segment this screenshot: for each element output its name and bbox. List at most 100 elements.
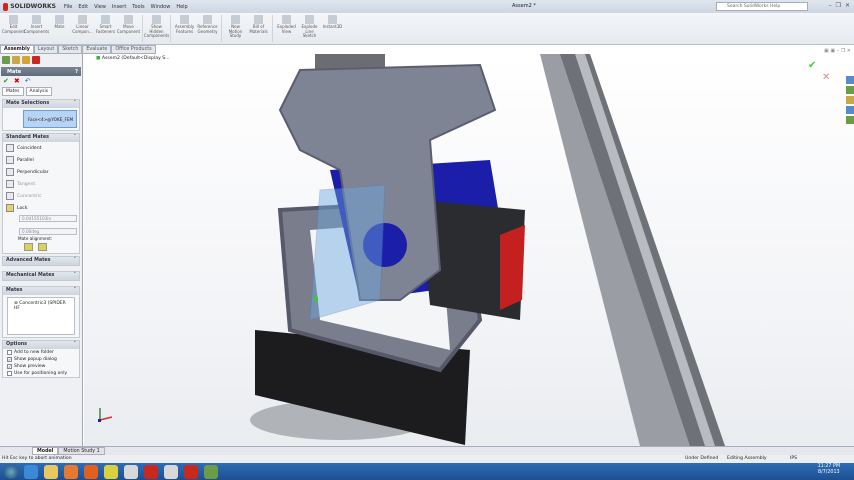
angle-input[interactable]: 0.00deg	[19, 228, 77, 235]
group-header[interactable]: Mate Selections	[6, 101, 49, 107]
mates-list[interactable]: ⊚ Concentric3 (SPIDER HF	[7, 297, 75, 335]
help-icon[interactable]: ?	[75, 69, 78, 75]
config-icon[interactable]	[22, 56, 30, 64]
aligned-icon[interactable]	[24, 243, 33, 251]
display-icon[interactable]	[32, 56, 40, 64]
checkbox[interactable]: ✓	[7, 357, 12, 362]
undo-icon[interactable]: ↶	[25, 78, 31, 85]
tab-office-products[interactable]: Office Products	[111, 45, 156, 54]
menu-insert[interactable]: Insert	[112, 4, 126, 10]
option-show-preview[interactable]: ✓ Show preview	[3, 363, 79, 370]
menu-tools[interactable]: Tools	[132, 4, 144, 10]
status-bar: Hit Esc key to abort animation Under Def…	[0, 455, 854, 463]
option-show-popup[interactable]: ✓ Show popup dialog	[3, 356, 79, 363]
show-hidden-icon	[152, 15, 161, 24]
close-icon[interactable]: ✕	[845, 2, 850, 9]
assembly-model[interactable]	[84, 54, 854, 446]
option-add-to-folder[interactable]: Add to new folder	[3, 349, 79, 356]
tab-evaluate[interactable]: Evaluate	[82, 45, 112, 54]
explorer-icon[interactable]	[44, 464, 58, 479]
cmd-mate[interactable]: Mate	[48, 13, 71, 44]
distance-input[interactable]: 0.04155103in	[19, 215, 77, 222]
tab-model[interactable]: Model	[32, 447, 59, 455]
graphics-area[interactable]: ▣ ▣ – ❐ ✕ ✔ ✕	[84, 48, 854, 446]
cmd-show-hidden[interactable]: Show Hidden Components	[144, 13, 169, 44]
subtab-mates[interactable]: Mates	[2, 87, 24, 96]
ie-icon[interactable]	[24, 464, 38, 479]
taskbar-app-icon[interactable]	[164, 464, 178, 479]
units-selector[interactable]: IPS	[790, 456, 797, 461]
viewport-window-controls[interactable]: ▣ ▣ – ❐ ✕	[824, 48, 851, 54]
cmd-exploded-view[interactable]: Exploded View	[275, 13, 298, 44]
cmd-instant3d[interactable]: Instant3D	[321, 13, 344, 44]
restore-icon[interactable]: ❐	[836, 2, 841, 9]
subtab-analysis[interactable]: Analysis	[25, 87, 53, 96]
cmd-edit-component[interactable]: Edit Component	[2, 13, 25, 44]
cancel-icon[interactable]: ✖	[14, 78, 20, 85]
motion-study-icon	[231, 15, 240, 24]
confirm-ok-icon[interactable]: ✔	[808, 60, 816, 71]
group-header[interactable]: Options	[6, 342, 27, 348]
checkbox[interactable]: ✓	[7, 364, 12, 369]
list-item[interactable]: Concentric3 (SPIDER HF	[14, 301, 66, 311]
task-pane-icon[interactable]	[846, 86, 854, 94]
mate-coincident[interactable]: Coincident	[3, 142, 79, 154]
task-pane-icon[interactable]	[846, 76, 854, 84]
tab-sketch[interactable]: Sketch	[58, 45, 83, 54]
cmd-linear-pattern[interactable]: Linear Compon...	[71, 13, 94, 44]
task-pane-icon[interactable]	[846, 116, 854, 124]
solidworks-taskbar-icon[interactable]	[184, 464, 198, 479]
taskbar-app-icon[interactable]	[124, 464, 138, 479]
ok-icon[interactable]: ✔	[3, 78, 9, 85]
feature-tree-icon[interactable]	[2, 56, 10, 64]
checkbox[interactable]	[7, 371, 12, 376]
cmd-explode-line-sketch[interactable]: Explode Line Sketch	[298, 13, 321, 44]
group-header[interactable]: Standard Mates	[6, 135, 49, 141]
task-pane-icon[interactable]	[846, 106, 854, 114]
group-header: Mechanical Mates	[6, 273, 55, 278]
tab-motion-study[interactable]: Motion Study 1	[58, 447, 105, 455]
tab-assembly[interactable]: Assembly	[0, 45, 34, 54]
menu-file[interactable]: File	[64, 4, 72, 10]
help-search-input[interactable]: Search SolidWorks Help	[716, 2, 808, 11]
cmd-reference-geometry[interactable]: Reference Geometry	[196, 13, 219, 44]
mechanical-mates-group[interactable]: Mechanical Mates ˅	[3, 272, 79, 280]
confirm-cancel-icon[interactable]: ✕	[822, 72, 830, 83]
solidworks-logo[interactable]: SOLIDWORKS	[0, 0, 56, 13]
minimize-icon[interactable]: –	[829, 2, 832, 9]
start-button-icon[interactable]	[4, 464, 18, 479]
menu-help[interactable]: Help	[176, 4, 187, 10]
firefox-icon[interactable]	[84, 464, 98, 479]
cmd-new-motion-study[interactable]: New Motion Study	[224, 13, 247, 44]
group-header[interactable]: Mates	[6, 288, 22, 294]
task-pane-icon[interactable]	[846, 96, 854, 104]
anti-aligned-icon[interactable]	[38, 243, 47, 251]
menu-view[interactable]: View	[94, 4, 106, 10]
command-manager: Edit Component Insert Components Mate Li…	[0, 13, 854, 45]
feature-tree-root[interactable]: ■ Assem2 (Default<Display S...	[96, 56, 170, 61]
advanced-mates-group[interactable]: Advanced Mates ˅	[3, 257, 79, 265]
cmd-assembly-features[interactable]: Assembly Features	[173, 13, 196, 44]
cmd-smart-fasteners[interactable]: Smart Fasteners	[94, 13, 117, 44]
system-clock[interactable]: 11:27 PM 8/7/2013	[818, 464, 840, 476]
option-positioning-only[interactable]: Use for positioning only	[3, 370, 79, 377]
property-icon[interactable]	[12, 56, 20, 64]
option-label: Use for positioning only	[14, 371, 68, 376]
chrome-icon[interactable]	[104, 464, 118, 479]
tab-layout[interactable]: Layout	[33, 45, 59, 54]
media-player-icon[interactable]	[64, 464, 78, 479]
cmd-bill-of-materials[interactable]: Bill of Materials	[247, 13, 270, 44]
mate-parallel[interactable]: Parallel	[3, 154, 79, 166]
solidworks-taskbar-icon[interactable]	[144, 464, 158, 479]
mate-selection-list[interactable]: Face<4>@YOKE_FEM	[23, 110, 77, 128]
cmd-move-component[interactable]: Move Component	[117, 13, 140, 44]
mate-lock[interactable]: Lock	[3, 202, 79, 214]
mate-perpendicular[interactable]: Perpendicular	[3, 166, 79, 178]
cmd-insert-components[interactable]: Insert Components	[24, 13, 49, 44]
menu-bar: File Edit View Insert Tools Window Help	[64, 4, 188, 10]
menu-edit[interactable]: Edit	[78, 4, 88, 10]
taskbar-app-icon[interactable]	[204, 464, 218, 479]
cmd-label: New Motion Study	[228, 24, 243, 39]
checkbox[interactable]	[7, 350, 12, 355]
menu-window[interactable]: Window	[151, 4, 171, 10]
